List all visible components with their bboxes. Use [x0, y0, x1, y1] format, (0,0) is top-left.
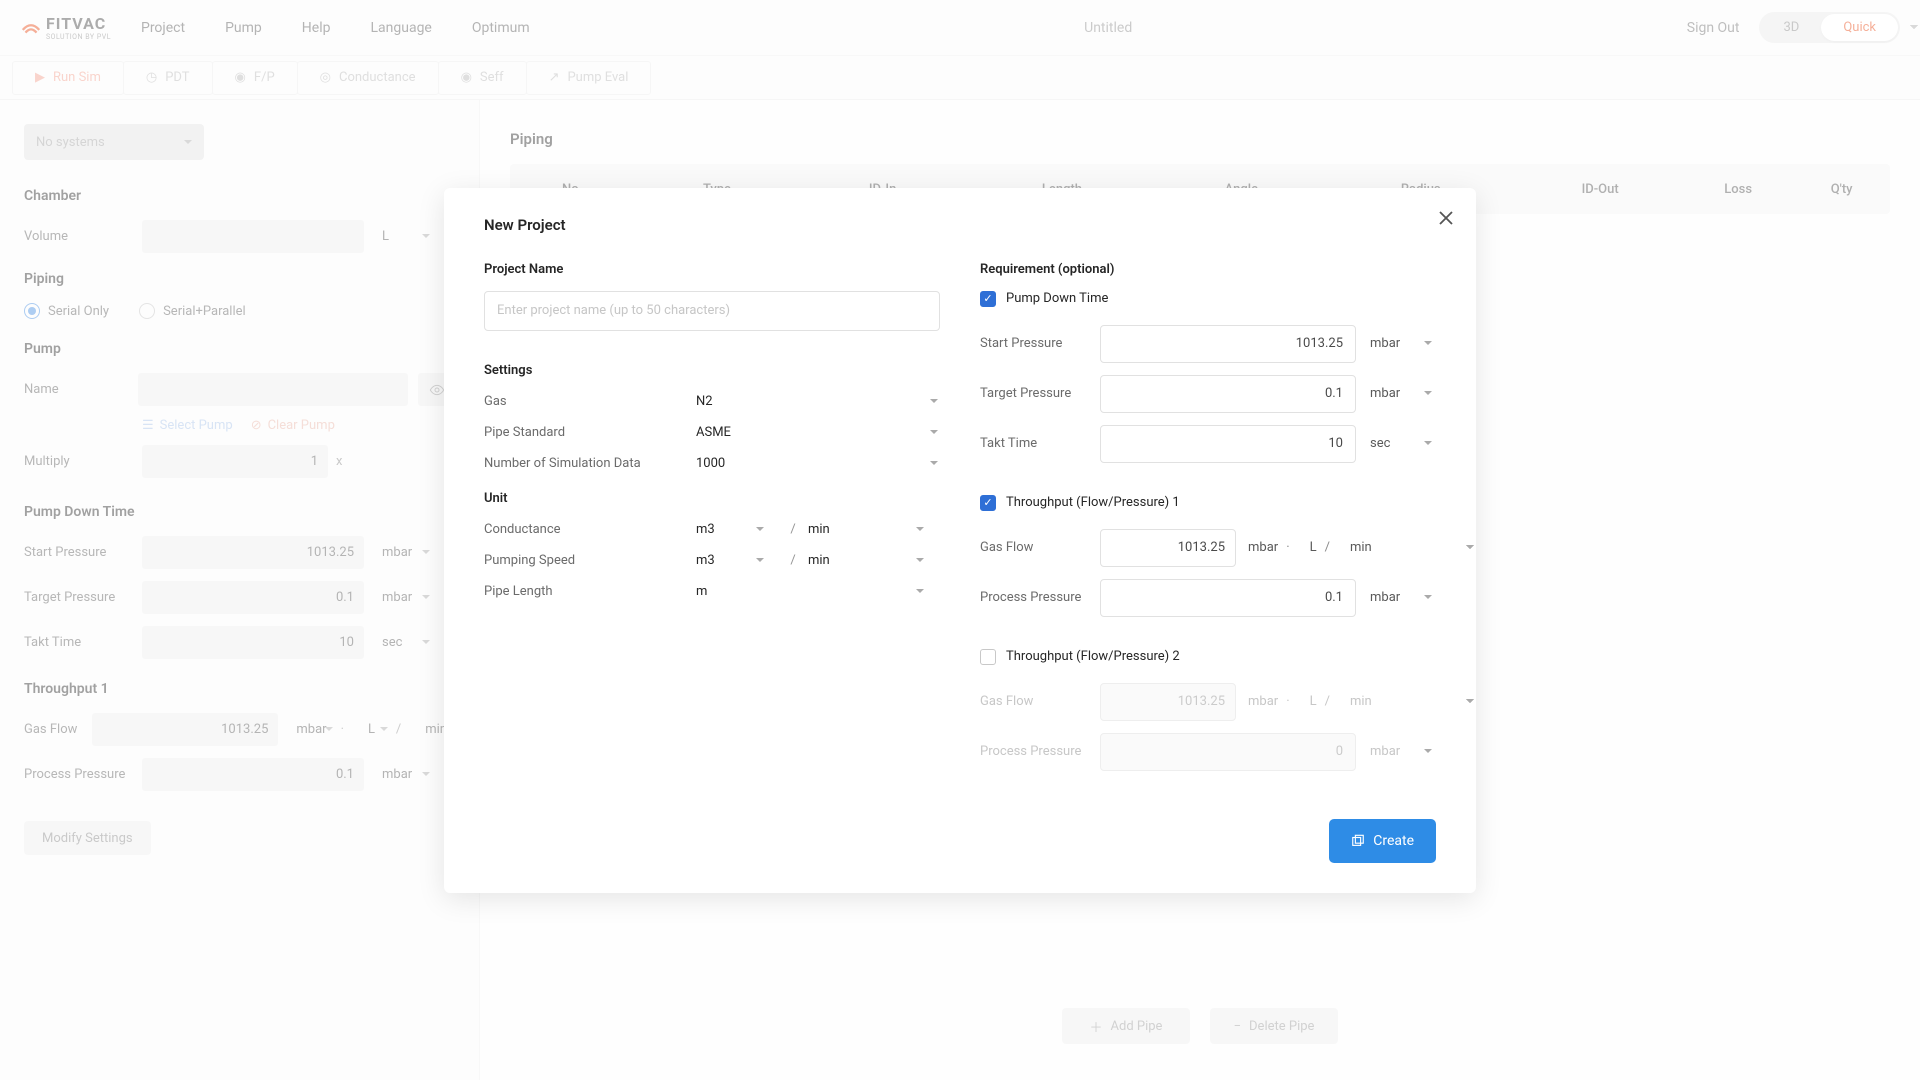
- modal-takt-time-input[interactable]: [1100, 425, 1356, 463]
- requirement-label: Requirement (optional): [980, 262, 1436, 277]
- modal-proc-pressure-unit[interactable]: mbar: [1370, 590, 1432, 605]
- throughput1-label: Throughput (Flow/Pressure) 1: [1006, 495, 1180, 510]
- project-name-input[interactable]: [484, 291, 940, 331]
- pipe-standard-select[interactable]: ASME: [696, 425, 940, 440]
- unit-subtitle: Unit: [484, 491, 940, 506]
- modal-proc-pressure2-label: Process Pressure: [980, 744, 1100, 759]
- modal-proc-pressure2-input: [1100, 733, 1356, 771]
- close-icon[interactable]: [1438, 210, 1454, 230]
- pipe-standard-label: Pipe Standard: [484, 425, 696, 440]
- modal-proc-pressure-input[interactable]: [1100, 579, 1356, 617]
- modal-gas-flow2-input: [1100, 683, 1236, 721]
- project-name-label: Project Name: [484, 262, 940, 277]
- pdt-check-label: Pump Down Time: [1006, 291, 1108, 306]
- new-project-modal: New Project Project Name Settings Gas N2…: [444, 188, 1476, 893]
- gas-select[interactable]: N2: [696, 394, 940, 409]
- modal-overlay: New Project Project Name Settings Gas N2…: [0, 0, 1920, 1080]
- gas-label: Gas: [484, 394, 696, 409]
- conductance-vol-select[interactable]: m3: [696, 522, 778, 537]
- modal-proc-pressure2-unit: mbar: [1370, 744, 1432, 759]
- create-button[interactable]: Create: [1329, 819, 1436, 863]
- modal-gas-flow-label: Gas Flow: [980, 540, 1100, 555]
- gas-flow2-mbar-select: mbar: [1248, 694, 1278, 709]
- gas-flow-L-select[interactable]: L: [1310, 540, 1317, 555]
- sim-data-label: Number of Simulation Data: [484, 456, 696, 471]
- throughput2-label: Throughput (Flow/Pressure) 2: [1006, 649, 1180, 664]
- sim-data-select[interactable]: 1000: [696, 456, 940, 471]
- modal-target-pressure-label: Target Pressure: [980, 386, 1100, 401]
- throughput2-checkbox[interactable]: [980, 649, 996, 665]
- modal-start-pressure-unit[interactable]: mbar: [1370, 336, 1432, 351]
- pipe-length-select[interactable]: m: [696, 584, 940, 599]
- conductance-time-select[interactable]: min: [808, 522, 940, 537]
- pdt-checkbox[interactable]: ✓: [980, 291, 996, 307]
- settings-subtitle: Settings: [484, 363, 940, 378]
- gas-flow2-min-select: min: [1350, 694, 1372, 709]
- modal-takt-time-unit[interactable]: sec: [1370, 436, 1432, 451]
- modal-proc-pressure-label: Process Pressure: [980, 590, 1100, 605]
- pumping-time-select[interactable]: min: [808, 553, 940, 568]
- pipe-length-label: Pipe Length: [484, 584, 696, 599]
- gas-flow-min-select[interactable]: min: [1350, 540, 1372, 555]
- modal-title: New Project: [484, 216, 1436, 234]
- gas-flow2-L-select: L: [1310, 694, 1317, 709]
- pumping-speed-label: Pumping Speed: [484, 553, 696, 568]
- modal-takt-time-label: Takt Time: [980, 436, 1100, 451]
- modal-start-pressure-input[interactable]: [1100, 325, 1356, 363]
- throughput1-checkbox[interactable]: ✓: [980, 495, 996, 511]
- modal-target-pressure-unit[interactable]: mbar: [1370, 386, 1432, 401]
- modal-start-pressure-label: Start Pressure: [980, 336, 1100, 351]
- modal-gas-flow2-label: Gas Flow: [980, 694, 1100, 709]
- gas-flow-mbar-select[interactable]: mbar: [1248, 540, 1278, 555]
- conductance-label: Conductance: [484, 522, 696, 537]
- modal-target-pressure-input[interactable]: [1100, 375, 1356, 413]
- pumping-vol-select[interactable]: m3: [696, 553, 778, 568]
- modal-gas-flow-input[interactable]: [1100, 529, 1236, 567]
- layers-icon: [1351, 834, 1365, 848]
